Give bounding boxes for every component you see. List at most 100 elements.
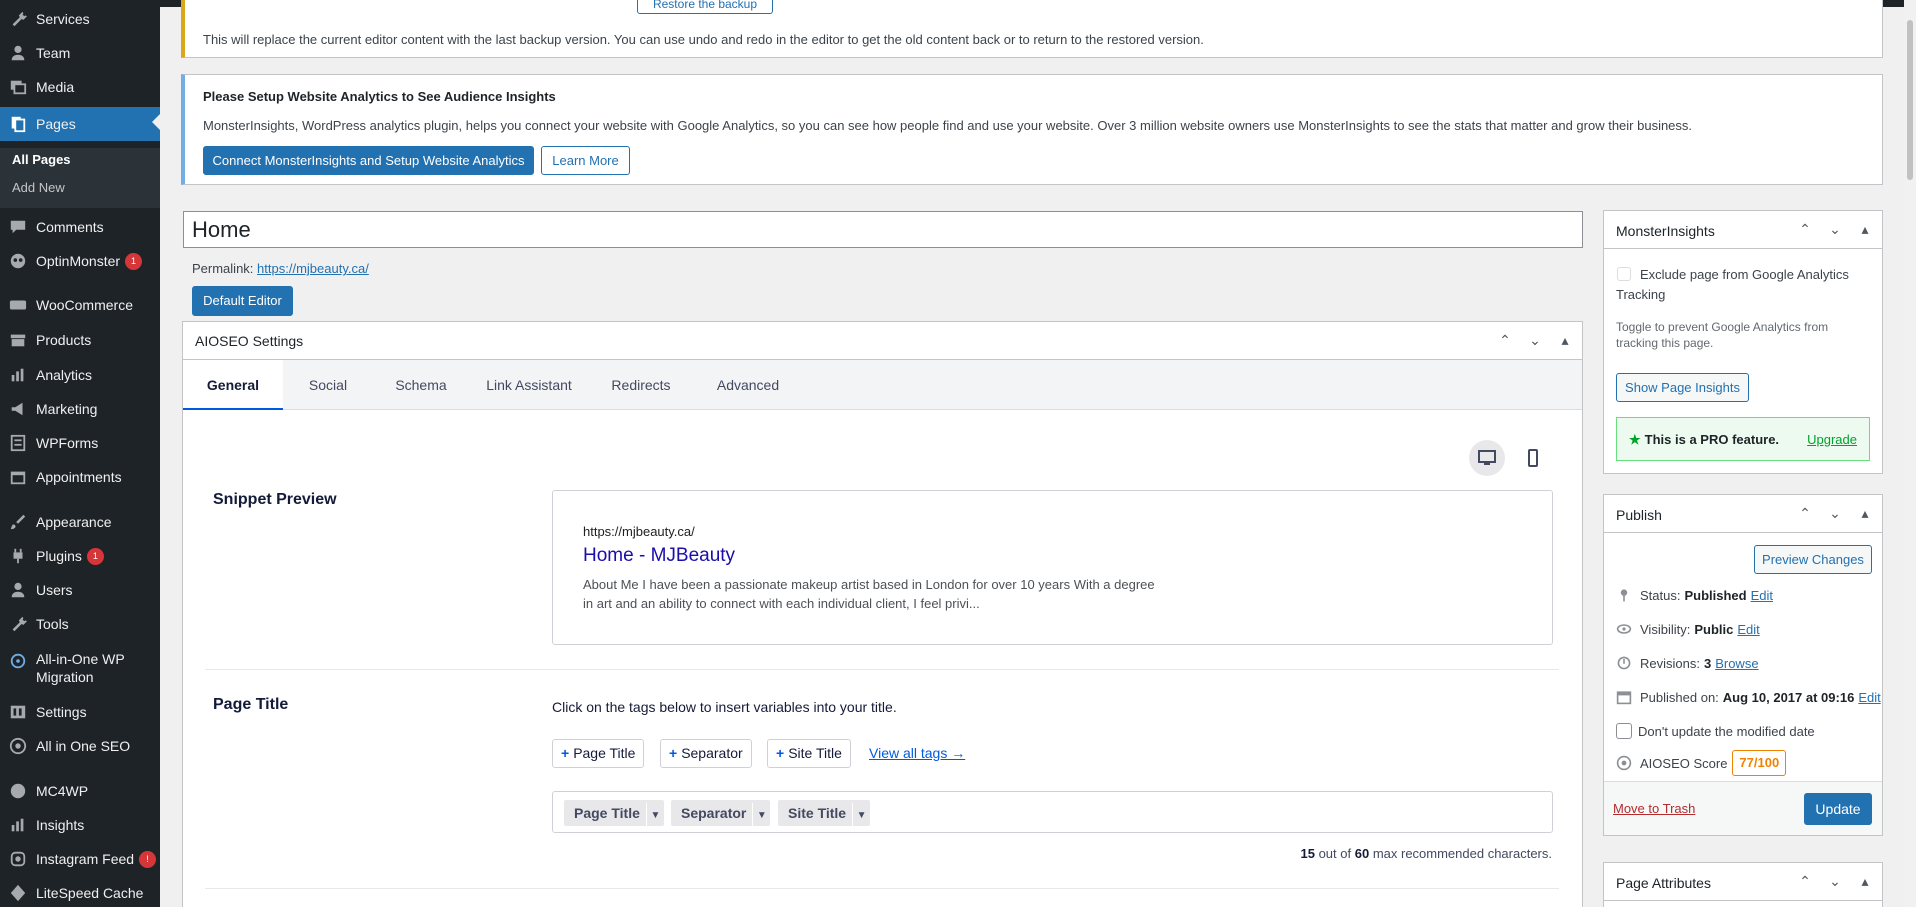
default-editor-button[interactable]: Default Editor	[192, 286, 293, 316]
tab-redirects[interactable]: Redirects	[589, 360, 693, 410]
tag-chip-separator[interactable]: Separator ▼	[671, 800, 771, 829]
tag-chip-page-title[interactable]: Page Title ▼	[564, 800, 664, 829]
menu-all-in-one-wp-migration[interactable]: All-in-One WP Migration	[0, 650, 160, 690]
tab-schema[interactable]: Schema	[373, 360, 469, 410]
edit-date-link[interactable]: Edit	[1858, 690, 1880, 705]
chevron-down-icon[interactable]: ⌄	[1826, 505, 1844, 522]
menu-optinmonster[interactable]: OptinMonster 1	[0, 246, 160, 276]
tab-general[interactable]: General	[183, 360, 283, 410]
chevron-down-icon[interactable]: ⌄	[1526, 332, 1544, 349]
menu-instagram-feed[interactable]: Instagram Feed !	[0, 844, 160, 874]
menu-woocommerce[interactable]: WooCommerce	[0, 290, 160, 320]
status-value: Published	[1684, 587, 1747, 603]
visibility-row: Visibility: Public Edit	[1616, 621, 1760, 637]
learn-more-button[interactable]: Learn More	[541, 146, 630, 175]
publish-actions: Move to Trash Update	[1604, 781, 1882, 835]
menu-label: Appearance	[36, 514, 112, 530]
restore-backup-button[interactable]: Restore the backup	[637, 0, 773, 14]
menu-users[interactable]: Users	[0, 575, 160, 605]
mobile-preview-icon[interactable]	[1515, 440, 1551, 476]
page-title-tag-input[interactable]: Page Title ▼ Separator ▼ Site Title ▼	[552, 791, 1553, 833]
menu-label-block: All-in-One WP Migration	[36, 650, 125, 686]
menu-label: Marketing	[36, 401, 98, 417]
tab-advanced[interactable]: Advanced	[693, 360, 803, 410]
menu-all-in-one-seo[interactable]: All in One SEO	[0, 731, 160, 761]
view-all-tags-link[interactable]: View all tags →	[869, 745, 965, 761]
visibility-value: Public	[1694, 621, 1734, 637]
submenu-add-new[interactable]: Add New	[12, 180, 65, 195]
chevron-up-icon[interactable]: ⌃	[1496, 332, 1514, 349]
menu-products[interactable]: Products	[0, 325, 160, 355]
browse-revisions-link[interactable]: Browse	[1715, 656, 1758, 671]
chevron-down-icon[interactable]: ▼	[645, 803, 664, 829]
exclude-tracking-hint: Toggle to prevent Google Analytics from …	[1616, 320, 1829, 350]
revisions-label: Revisions:	[1640, 655, 1700, 671]
chevron-up-icon[interactable]: ⌃	[1796, 221, 1814, 238]
dont-update-checkbox[interactable]	[1616, 723, 1632, 739]
edit-status-link[interactable]: Edit	[1751, 588, 1773, 603]
move-to-trash-link[interactable]: Move to Trash	[1613, 801, 1695, 816]
menu-services[interactable]: Services	[0, 4, 160, 34]
update-button[interactable]: Update	[1804, 793, 1872, 825]
submenu-all-pages[interactable]: All Pages	[12, 152, 71, 167]
menu-mc4wp[interactable]: MC4WP	[0, 776, 160, 806]
chevron-down-icon[interactable]: ⌄	[1826, 873, 1844, 890]
chevron-up-icon[interactable]: ⌃	[1796, 873, 1814, 890]
chevron-down-icon[interactable]: ▼	[852, 803, 870, 829]
toggle-panel-icon[interactable]: ▴	[1856, 873, 1874, 890]
menu-marketing[interactable]: Marketing	[0, 394, 160, 424]
tab-link-assistant[interactable]: Link Assistant	[469, 360, 589, 410]
menu-media[interactable]: Media	[0, 72, 160, 102]
menu-litespeed-cache[interactable]: LiteSpeed Cache	[0, 878, 160, 907]
chevron-up-icon[interactable]: ⌃	[1796, 505, 1814, 522]
tag-button-label: Separator	[681, 745, 743, 761]
desktop-preview-icon[interactable]	[1469, 440, 1505, 476]
plus-icon: +	[669, 745, 678, 761]
analytics-notice-desc: MonsterInsights, WordPress analytics plu…	[203, 118, 1693, 133]
scrollbar-thumb[interactable]	[1907, 20, 1913, 180]
preview-changes-button[interactable]: Preview Changes	[1754, 545, 1872, 574]
permalink-label: Permalink:	[192, 261, 254, 276]
menu-label: Media	[36, 79, 75, 95]
post-title-input[interactable]	[183, 211, 1583, 248]
chevron-down-icon[interactable]: ▼	[752, 803, 770, 829]
menu-settings[interactable]: Settings	[0, 697, 160, 727]
insert-separator-tag-button[interactable]: + Separator	[660, 739, 752, 768]
menu-analytics[interactable]: Analytics	[0, 360, 160, 390]
analytics-notice-title: Please Setup Website Analytics to See Au…	[203, 89, 556, 104]
insert-page-title-tag-button[interactable]: + Page Title	[552, 739, 645, 768]
permalink-link[interactable]: https://mjbeauty.ca/	[257, 261, 369, 276]
menu-comments[interactable]: Comments	[0, 212, 160, 242]
revisions-row: Revisions: 3 Browse	[1616, 655, 1759, 671]
aioseo-header: AIOSEO Settings ⌃ ⌄ ▴	[183, 322, 1582, 360]
menu-wpforms[interactable]: WPForms	[0, 428, 160, 458]
menu-insights[interactable]: Insights	[0, 810, 160, 840]
show-page-insights-button[interactable]: Show Page Insights	[1616, 373, 1749, 402]
connect-monsterinsights-button[interactable]: Connect MonsterInsights and Setup Websit…	[203, 146, 534, 175]
menu-pages[interactable]: Pages	[0, 107, 160, 141]
toggle-panel-icon[interactable]: ▴	[1556, 332, 1574, 349]
aioseo-header-title: AIOSEO Settings	[195, 333, 304, 349]
menu-plugins[interactable]: Plugins 1	[0, 541, 160, 571]
menu-team[interactable]: Team	[0, 38, 160, 68]
edit-visibility-link[interactable]: Edit	[1737, 622, 1759, 637]
toggle-panel-icon[interactable]: ▴	[1856, 221, 1874, 238]
menu-appointments[interactable]: Appointments	[0, 462, 160, 492]
char-count-current: 15	[1300, 846, 1315, 861]
tag-chip-site-title[interactable]: Site Title ▼	[778, 800, 871, 829]
menu-label: MC4WP	[36, 783, 89, 799]
snippet-preview: https://mjbeauty.ca/ Home - MJBeauty Abo…	[552, 490, 1553, 645]
chevron-down-icon[interactable]: ⌄	[1826, 221, 1844, 238]
menu-tools[interactable]: Tools	[0, 609, 160, 639]
pages-submenu: All Pages Add New	[0, 148, 160, 208]
menu-appearance[interactable]: Appearance	[0, 507, 160, 537]
page-scrollbar[interactable]	[1904, 0, 1916, 907]
toggle-panel-icon[interactable]: ▴	[1856, 505, 1874, 522]
notification-badge: !	[139, 850, 157, 868]
insert-site-title-tag-button[interactable]: + Site Title	[767, 739, 851, 768]
upgrade-link[interactable]: Upgrade	[1807, 432, 1857, 447]
dont-update-label: Don't update the modified date	[1638, 723, 1815, 739]
paintbrush-icon	[0, 513, 36, 531]
tab-social[interactable]: Social	[283, 360, 373, 410]
aioseo-score-badge[interactable]: 77/100	[1732, 750, 1787, 776]
